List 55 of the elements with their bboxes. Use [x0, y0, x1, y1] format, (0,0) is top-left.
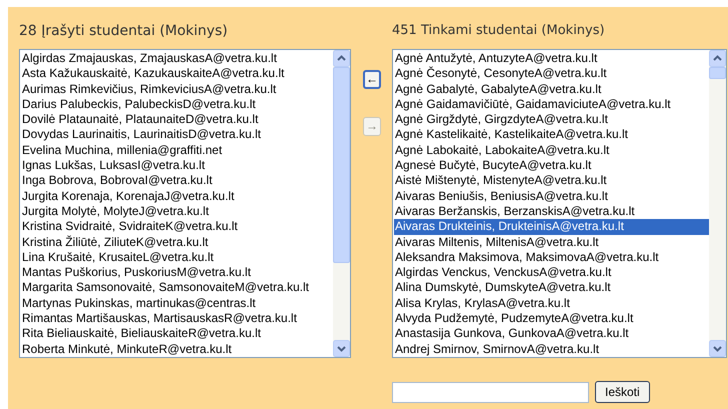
- list-item[interactable]: Algirdas Zmajauskas, ZmajauskasA@vetra.ku.lt: [21, 51, 333, 66]
- scroll-thumb[interactable]: [333, 67, 350, 263]
- list-item[interactable]: Agnė Labokaitė, LabokaiteA@vetra.ku.lt: [394, 142, 709, 158]
- list-item[interactable]: Aivaras Beržanskis, BerzanskisA@vetra.ku.lt: [394, 204, 709, 220]
- list-item[interactable]: Algirdas Venckus, VenckusA@vetra.ku.lt: [394, 265, 709, 280]
- list-item[interactable]: Aivaras Drukteinis, DrukteinisA@vetra.ku.lt: [394, 219, 709, 235]
- list-item[interactable]: Aistė Mištenytė, MistenyteA@vetra.ku.lt: [394, 173, 709, 189]
- list-item[interactable]: Aivaras Miltenis, MiltenisA@vetra.ku.lt: [394, 234, 709, 250]
- search-field[interactable]: [392, 382, 589, 402]
- list-item[interactable]: Andrej Smirnov, SmirnovA@vetra.ku.lt: [394, 342, 709, 357]
- list-heading: 451 Tinkami studentai (Mokinys): [392, 22, 606, 40]
- list-item[interactable]: Alina Dumskytė, DumskyteA@vetra.ku.lt: [394, 280, 709, 296]
- list-item[interactable]: Jurgita Molytė, MolyteJ@vetra.ku.lt: [21, 204, 333, 220]
- list-item[interactable]: Kristina Svidraitė, SvidraiteK@vetra.ku.lt: [21, 219, 333, 235]
- scroll-thumb[interactable]: [709, 67, 726, 79]
- list-item[interactable]: Asta Kažukauskaitė, KazukauskaiteA@vetra.ku.lt: [21, 66, 333, 82]
- list-item[interactable]: Jurgita Korenaja, KorenajaJ@vetra.ku.lt: [21, 188, 333, 204]
- scroll-up-icon[interactable]: [333, 50, 350, 67]
- list-item[interactable]: Aleksandra Maksimova, MaksimovaA@vetra.ku.lt: [394, 250, 709, 266]
- list-heading: 28 Įrašyti studentai (Mokinys): [19, 22, 229, 41]
- enrolled-list[interactable]: [19, 49, 351, 358]
- scrollbar[interactable]: [333, 50, 350, 357]
- list-item[interactable]: Agnė Antužytė, AntuzyteA@vetra.ku.lt: [394, 51, 709, 66]
- list-item[interactable]: Dovydas Laurinaitis, LaurinaitisD@vetra.ku.lt: [21, 127, 333, 143]
- list-item[interactable]: Darius Palubeckis, PalubeckisD@vetra.ku.lt: [21, 96, 333, 112]
- list-item[interactable]: Margarita Samsonovaitė, SamsonovaiteM@vetra.ku.lt: [21, 280, 333, 296]
- available-list[interactable]: [392, 49, 727, 358]
- list-item[interactable]: Aurimas Rimkevičius, RimkeviciusA@vetra.ku.lt: [21, 82, 333, 97]
- list-item[interactable]: Evelina Muchina, millenia@graffiti.net: [21, 142, 333, 158]
- list-item[interactable]: Agnė Gabalytė, GabalyteA@vetra.ku.lt: [394, 82, 709, 97]
- list-item[interactable]: Dovilė Plataunaitė, PlataunaiteD@vetra.ku.lt: [21, 112, 333, 128]
- list-item[interactable]: Rita Bieliauskaitė, BieliauskaiteR@vetra.ku.lt: [21, 326, 333, 342]
- list-item[interactable]: Alvyda Pudžemytė, PudzemyteA@vetra.ku.lt: [394, 311, 709, 326]
- list-item[interactable]: Agnė Česonytė, CesonyteA@vetra.ku.lt: [394, 66, 709, 82]
- scroll-down-icon[interactable]: [333, 340, 350, 357]
- search-button[interactable]: Ieškoti: [595, 381, 650, 403]
- list-item[interactable]: Alisa Krylas, KrylasA@vetra.ku.lt: [394, 296, 709, 312]
- list-item[interactable]: Rimantas Martišauskas, MartisauskasR@vetra.ku.lt: [21, 311, 333, 326]
- list-item[interactable]: Agnė Kastelikaitė, KastelikaiteA@vetra.ku.lt: [394, 127, 709, 143]
- move-button[interactable]: ←: [363, 70, 381, 89]
- list-item[interactable]: Inga Bobrova, BobrovaI@vetra.ku.lt: [21, 173, 333, 189]
- list-item[interactable]: Aivaras Beniušis, BeniusisA@vetra.ku.lt: [394, 188, 709, 204]
- list-item[interactable]: Roberta Minkutė, MinkuteR@vetra.ku.lt: [21, 342, 333, 357]
- scroll-up-icon[interactable]: [709, 50, 726, 67]
- list-item[interactable]: Agnė Girgždytė, GirgzdyteA@vetra.ku.lt: [394, 112, 709, 128]
- list-item[interactable]: Agnesė Bučytė, BucyteA@vetra.ku.lt: [394, 158, 709, 174]
- list-item[interactable]: Martynas Pukinskas, martinukas@centras.lt: [21, 296, 333, 312]
- scroll-down-icon[interactable]: [709, 340, 726, 357]
- list-item[interactable]: Anastasija Gunkova, GunkovaA@vetra.ku.lt: [394, 326, 709, 342]
- list-item[interactable]: Lina Krušaitė, KrusaiteL@vetra.ku.lt: [21, 250, 333, 266]
- list-item[interactable]: Mantas Puškorius, PuskoriusM@vetra.ku.lt: [21, 265, 333, 280]
- list-item[interactable]: Kristina Žiliūtė, ZiliuteK@vetra.ku.lt: [21, 234, 333, 250]
- list-item[interactable]: Ignas Lukšas, LuksasI@vetra.ku.lt: [21, 158, 333, 174]
- scrollbar[interactable]: [709, 50, 726, 357]
- list-item[interactable]: Agnė Gaidamavičiūtė, GaidamaviciuteA@vetra.ku.lt: [394, 96, 709, 112]
